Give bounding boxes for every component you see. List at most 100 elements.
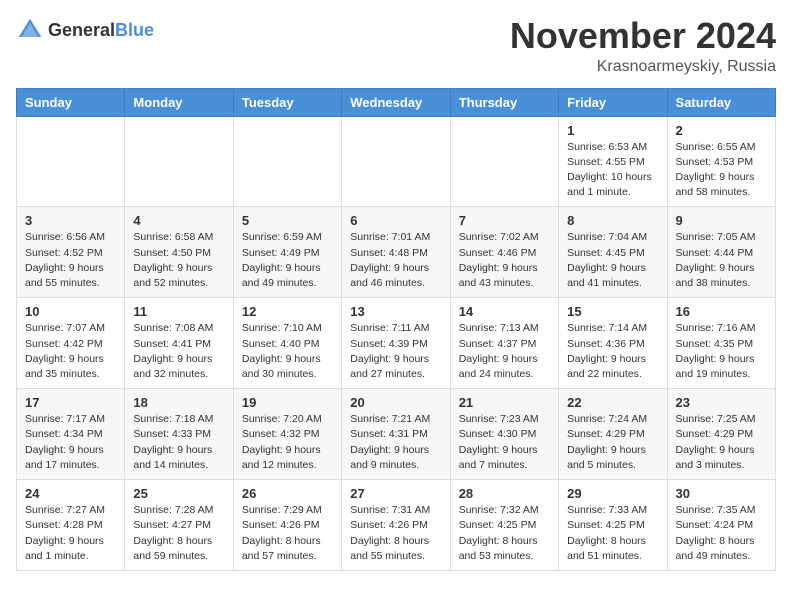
day-info: Sunrise: 7:28 AM Sunset: 4:27 PM Dayligh… (133, 503, 224, 564)
day-number: 6 (350, 213, 441, 228)
calendar-day-cell: 5Sunrise: 6:59 AM Sunset: 4:49 PM Daylig… (233, 207, 341, 298)
calendar-day-cell: 10 Sunrise: 7:07 AM Sunset: 4:42 PM Dayli… (17, 298, 125, 389)
day-info: Sunrise: 7:08 AM Sunset: 4:41 PM Dayligh… (133, 321, 224, 382)
day-info: Sunrise: 7:27 AM Sunset: 4:28 PM Dayligh… (25, 503, 116, 564)
day-info: Sunrise: 7:29 AM Sunset: 4:26 PM Dayligh… (242, 503, 333, 564)
day-number: 23 (676, 395, 767, 410)
day-info: Sunrise: 7:20 AM Sunset: 4:32 PM Dayligh… (242, 412, 333, 473)
day-number: 20 (350, 395, 441, 410)
day-info: Sunrise: 7:07 AM Sunset: 4:42 PM Dayligh… (25, 321, 116, 382)
day-number: 24 (25, 486, 116, 501)
calendar-day-cell: 17 Sunrise: 7:17 AM Sunset: 4:34 PM Dayli… (17, 389, 125, 480)
calendar-day-cell: 9Sunrise: 7:05 AM Sunset: 4:44 PM Daylig… (667, 207, 775, 298)
day-number: 2 (676, 123, 767, 138)
calendar-day-cell: 15 Sunrise: 7:14 AM Sunset: 4:36 PM Dayli… (559, 298, 667, 389)
location-subtitle: Krasnoarmeyskiy, Russia (510, 58, 776, 76)
day-info: Sunrise: 7:16 AM Sunset: 4:35 PM Dayligh… (676, 321, 767, 382)
day-info: Sunrise: 6:58 AM Sunset: 4:50 PM Dayligh… (133, 230, 224, 291)
day-number: 22 (567, 395, 658, 410)
month-year-title: November 2024 (510, 16, 776, 56)
calendar-day-header: Wednesday (342, 88, 450, 116)
day-number: 15 (567, 304, 658, 319)
calendar-week-row: 3Sunrise: 6:56 AM Sunset: 4:52 PM Daylig… (17, 207, 776, 298)
calendar-day-cell: 1 Sunrise: 6:53 AM Sunset: 4:55 PM Daylig… (559, 116, 667, 207)
calendar-day-cell (342, 116, 450, 207)
calendar-day-cell: 21 Sunrise: 7:23 AM Sunset: 4:30 PM Dayli… (450, 389, 558, 480)
day-number: 21 (459, 395, 550, 410)
day-info: Sunrise: 7:10 AM Sunset: 4:40 PM Dayligh… (242, 321, 333, 382)
calendar-day-cell: 28 Sunrise: 7:32 AM Sunset: 4:25 PM Dayli… (450, 480, 558, 571)
day-number: 1 (567, 123, 658, 138)
logo-text-blue: Blue (115, 20, 154, 40)
day-info: Sunrise: 7:17 AM Sunset: 4:34 PM Dayligh… (25, 412, 116, 473)
day-info: Sunrise: 7:23 AM Sunset: 4:30 PM Dayligh… (459, 412, 550, 473)
calendar-day-cell (17, 116, 125, 207)
day-number: 30 (676, 486, 767, 501)
calendar-week-row: 1 Sunrise: 6:53 AM Sunset: 4:55 PM Daylig… (17, 116, 776, 207)
day-number: 4 (133, 213, 224, 228)
calendar-day-cell: 12 Sunrise: 7:10 AM Sunset: 4:40 PM Dayli… (233, 298, 341, 389)
day-info: Sunrise: 6:55 AM Sunset: 4:53 PM Dayligh… (676, 140, 767, 201)
calendar-day-cell: 23 Sunrise: 7:25 AM Sunset: 4:29 PM Dayli… (667, 389, 775, 480)
day-number: 17 (25, 395, 116, 410)
page-header: GeneralBlue November 2024 Krasnoarmeyski… (16, 16, 776, 76)
calendar-table: SundayMondayTuesdayWednesdayThursdayFrid… (16, 88, 776, 571)
day-number: 18 (133, 395, 224, 410)
day-number: 14 (459, 304, 550, 319)
calendar-day-cell: 11 Sunrise: 7:08 AM Sunset: 4:41 PM Dayli… (125, 298, 233, 389)
calendar-day-cell (233, 116, 341, 207)
calendar-day-cell: 13 Sunrise: 7:11 AM Sunset: 4:39 PM Dayli… (342, 298, 450, 389)
day-number: 25 (133, 486, 224, 501)
day-info: Sunrise: 7:33 AM Sunset: 4:25 PM Dayligh… (567, 503, 658, 564)
logo-icon (16, 16, 44, 44)
day-info: Sunrise: 7:18 AM Sunset: 4:33 PM Dayligh… (133, 412, 224, 473)
day-number: 8 (567, 213, 658, 228)
day-number: 11 (133, 304, 224, 319)
calendar-day-header: Tuesday (233, 88, 341, 116)
calendar-day-cell: 18 Sunrise: 7:18 AM Sunset: 4:33 PM Dayli… (125, 389, 233, 480)
day-number: 9 (676, 213, 767, 228)
day-number: 16 (676, 304, 767, 319)
calendar-day-cell: 26 Sunrise: 7:29 AM Sunset: 4:26 PM Dayli… (233, 480, 341, 571)
calendar-day-header: Thursday (450, 88, 558, 116)
day-number: 13 (350, 304, 441, 319)
calendar-day-header: Saturday (667, 88, 775, 116)
day-info: Sunrise: 7:35 AM Sunset: 4:24 PM Dayligh… (676, 503, 767, 564)
calendar-day-cell: 20Sunrise: 7:21 AM Sunset: 4:31 PM Dayli… (342, 389, 450, 480)
calendar-day-cell (450, 116, 558, 207)
calendar-day-cell: 2 Sunrise: 6:55 AM Sunset: 4:53 PM Daylig… (667, 116, 775, 207)
day-info: Sunrise: 6:56 AM Sunset: 4:52 PM Dayligh… (25, 230, 116, 291)
calendar-day-cell: 29Sunrise: 7:33 AM Sunset: 4:25 PM Dayli… (559, 480, 667, 571)
day-number: 28 (459, 486, 550, 501)
day-number: 10 (25, 304, 116, 319)
day-info: Sunrise: 7:32 AM Sunset: 4:25 PM Dayligh… (459, 503, 550, 564)
day-info: Sunrise: 7:25 AM Sunset: 4:29 PM Dayligh… (676, 412, 767, 473)
day-number: 12 (242, 304, 333, 319)
day-info: Sunrise: 6:59 AM Sunset: 4:49 PM Dayligh… (242, 230, 333, 291)
logo-text-general: General (48, 20, 115, 40)
calendar-day-header: Monday (125, 88, 233, 116)
calendar-day-cell: 27Sunrise: 7:31 AM Sunset: 4:26 PM Dayli… (342, 480, 450, 571)
day-number: 7 (459, 213, 550, 228)
calendar-day-cell: 4 Sunrise: 6:58 AM Sunset: 4:50 PM Daylig… (125, 207, 233, 298)
calendar-day-cell: 25 Sunrise: 7:28 AM Sunset: 4:27 PM Dayli… (125, 480, 233, 571)
calendar-week-row: 24 Sunrise: 7:27 AM Sunset: 4:28 PM Dayli… (17, 480, 776, 571)
day-info: Sunrise: 7:13 AM Sunset: 4:37 PM Dayligh… (459, 321, 550, 382)
day-number: 26 (242, 486, 333, 501)
calendar-week-row: 17 Sunrise: 7:17 AM Sunset: 4:34 PM Dayli… (17, 389, 776, 480)
calendar-day-header: Sunday (17, 88, 125, 116)
day-info: Sunrise: 7:02 AM Sunset: 4:46 PM Dayligh… (459, 230, 550, 291)
day-info: Sunrise: 7:24 AM Sunset: 4:29 PM Dayligh… (567, 412, 658, 473)
calendar-day-cell: 3Sunrise: 6:56 AM Sunset: 4:52 PM Daylig… (17, 207, 125, 298)
day-info: Sunrise: 7:11 AM Sunset: 4:39 PM Dayligh… (350, 321, 441, 382)
day-info: Sunrise: 7:01 AM Sunset: 4:48 PM Dayligh… (350, 230, 441, 291)
calendar-day-cell: 6 Sunrise: 7:01 AM Sunset: 4:48 PM Daylig… (342, 207, 450, 298)
day-info: Sunrise: 7:31 AM Sunset: 4:26 PM Dayligh… (350, 503, 441, 564)
day-info: Sunrise: 7:14 AM Sunset: 4:36 PM Dayligh… (567, 321, 658, 382)
day-info: Sunrise: 6:53 AM Sunset: 4:55 PM Dayligh… (567, 140, 658, 201)
calendar-day-cell: 8Sunrise: 7:04 AM Sunset: 4:45 PM Daylig… (559, 207, 667, 298)
calendar-day-cell: 19Sunrise: 7:20 AM Sunset: 4:32 PM Dayli… (233, 389, 341, 480)
calendar-day-header: Friday (559, 88, 667, 116)
calendar-day-cell: 7 Sunrise: 7:02 AM Sunset: 4:46 PM Daylig… (450, 207, 558, 298)
calendar-day-cell (125, 116, 233, 207)
